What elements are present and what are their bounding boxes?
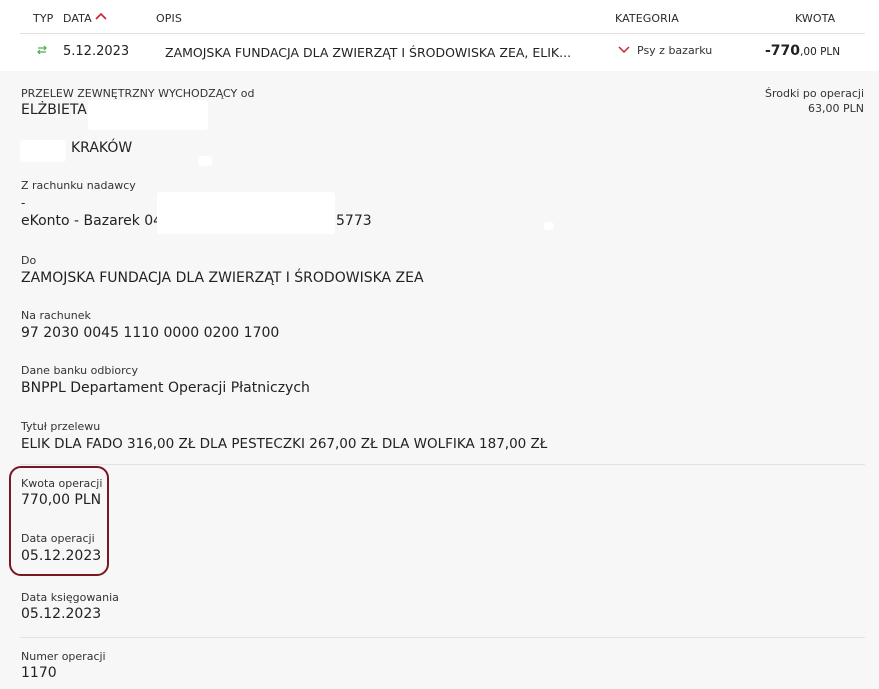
from-account-label: Z rachunku nadawcy xyxy=(21,179,136,192)
sender-name: ELŻBIETA xyxy=(21,102,87,118)
account-label: Na rachunek xyxy=(21,309,91,322)
from-account-tail: 5773 xyxy=(336,213,372,229)
redaction-mask xyxy=(198,156,212,166)
booking-date-label: Data księgowania xyxy=(21,591,119,604)
recipient-bank: BNPPL Departament Operacji Płatniczych xyxy=(21,380,310,396)
section-divider xyxy=(20,637,865,638)
recipient-account: 97 2030 0045 1110 0000 0200 1700 xyxy=(21,325,280,341)
header-category: KATEGORIA xyxy=(615,12,679,25)
sender-city: KRAKÓW xyxy=(71,140,133,156)
transfer-type-label: PRZELEW ZEWNĘTRZNY WYCHODZĄCY od xyxy=(21,87,255,100)
header-description: OPIS xyxy=(156,12,182,25)
header-type: TYP xyxy=(33,12,54,25)
from-account-name: eKonto - Bazarek 04 xyxy=(21,213,163,229)
section-divider xyxy=(20,464,865,465)
from-account-dash: - xyxy=(21,196,26,210)
redaction-mask xyxy=(20,140,66,162)
redaction-mask xyxy=(88,100,208,130)
highlight-box xyxy=(9,466,109,576)
transaction-amount: -770,00 PLN xyxy=(765,43,841,59)
balance-label: Środki po operacji xyxy=(764,87,864,100)
header-divider xyxy=(20,33,865,34)
transaction-category[interactable]: Psy z bazarku xyxy=(637,44,712,57)
redaction-mask xyxy=(157,192,335,234)
transaction-date[interactable]: 5.12.2023 xyxy=(63,44,129,59)
to-label: Do xyxy=(21,254,37,267)
balance-value: 63,00 PLN xyxy=(808,102,864,115)
recipient-name: ZAMOJSKA FUNDACJA DLA ZWIERZĄT I ŚRODOWI… xyxy=(21,270,424,286)
transaction-description[interactable]: ZAMOJSKA FUNDACJA DLA ZWIERZĄT I ŚRODOWI… xyxy=(165,45,571,60)
redaction-mask xyxy=(544,222,554,230)
transfer-title: ELIK DLA FADO 316,00 ZŁ DLA PESTECZKI 26… xyxy=(21,436,548,452)
booking-date-value: 05.12.2023 xyxy=(21,606,102,622)
sort-ascending-icon[interactable] xyxy=(95,11,107,21)
header-date[interactable]: DATA xyxy=(63,12,92,25)
chevron-down-icon[interactable] xyxy=(618,45,630,54)
transaction-row-bg xyxy=(0,0,879,71)
transfer-icon xyxy=(37,45,47,55)
bank-label: Dane banku odbiorcy xyxy=(21,364,138,377)
operation-number-label: Numer operacji xyxy=(21,650,106,663)
operation-number-value: 1170 xyxy=(21,665,57,681)
header-amount: KWOTA xyxy=(795,12,836,25)
title-label: Tytuł przelewu xyxy=(21,420,101,433)
